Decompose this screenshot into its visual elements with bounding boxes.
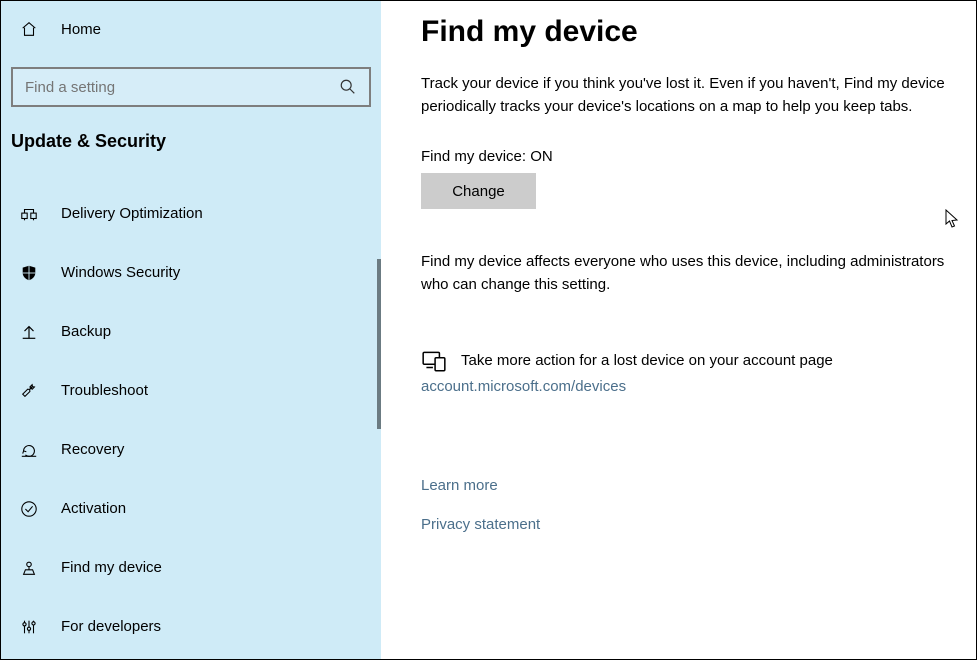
account-action-row: Take more action for a lost device on yo… — [421, 348, 946, 372]
shield-icon — [19, 263, 39, 283]
find-my-device-status: Find my device: ON — [421, 148, 946, 165]
scope-note: Find my device affects everyone who uses… — [421, 251, 946, 296]
sidebar-nav: Delivery Optimization Windows Security — [1, 184, 381, 656]
sidebar-item-activation[interactable]: Activation — [1, 479, 381, 538]
sidebar-item-label: Activation — [61, 500, 126, 517]
wrench-icon — [19, 381, 39, 401]
sidebar-item-label: Delivery Optimization — [61, 205, 203, 222]
backup-icon — [19, 322, 39, 342]
find-device-icon — [19, 558, 39, 578]
delivery-optimization-icon — [19, 204, 39, 224]
privacy-statement-link[interactable]: Privacy statement — [421, 516, 946, 533]
recovery-icon — [19, 440, 39, 460]
sidebar-item-delivery-optimization[interactable]: Delivery Optimization — [1, 184, 381, 243]
home-icon — [19, 19, 39, 39]
checkmark-circle-icon — [19, 499, 39, 519]
search-field[interactable] — [25, 79, 339, 96]
sidebar-item-windows-security[interactable]: Windows Security — [1, 243, 381, 302]
sidebar-item-label: For developers — [61, 618, 161, 635]
page-description: Track your device if you think you've lo… — [421, 73, 946, 118]
page-title: Find my device — [421, 15, 946, 49]
mouse-cursor-icon — [945, 209, 959, 229]
sidebar-item-for-developers[interactable]: For developers — [1, 597, 381, 656]
sidebar-item-label: Find my device — [61, 559, 162, 576]
sidebar-category: Update & Security — [1, 107, 381, 160]
sliders-icon — [19, 617, 39, 637]
sidebar-item-label: Troubleshoot — [61, 382, 148, 399]
search-icon — [339, 78, 357, 96]
sidebar-home[interactable]: Home — [1, 9, 381, 49]
learn-more-link[interactable]: Learn more — [421, 477, 946, 494]
change-button[interactable]: Change — [421, 173, 536, 209]
sidebar-item-find-my-device[interactable]: Find my device — [1, 538, 381, 597]
footer-links: Learn more Privacy statement — [421, 477, 946, 533]
sidebar-item-backup[interactable]: Backup — [1, 302, 381, 361]
account-action-text: Take more action for a lost device on yo… — [461, 352, 833, 369]
devices-icon — [421, 348, 445, 372]
sidebar-item-recovery[interactable]: Recovery — [1, 420, 381, 479]
search-input[interactable] — [11, 67, 371, 107]
sidebar-item-troubleshoot[interactable]: Troubleshoot — [1, 361, 381, 420]
content: Find my device Track your device if you … — [381, 1, 976, 659]
sidebar-item-label: Backup — [61, 323, 111, 340]
sidebar: Home Update & Security Delivery Optimiza… — [1, 1, 381, 659]
sidebar-item-label: Windows Security — [61, 264, 180, 281]
sidebar-item-label: Recovery — [61, 441, 124, 458]
home-label: Home — [61, 21, 101, 38]
account-devices-link[interactable]: account.microsoft.com/devices — [421, 378, 946, 395]
